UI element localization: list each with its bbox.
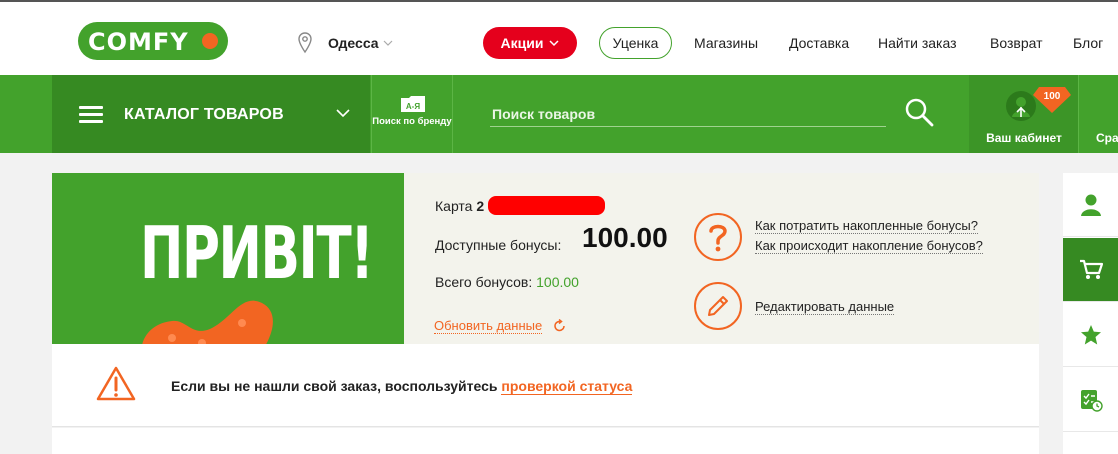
city-name: Одесса	[328, 35, 379, 51]
brand-az-text: А-Я	[406, 102, 420, 111]
nav-find-order[interactable]: Найти заказ	[878, 35, 957, 51]
catalog-label: КАТАЛОГ ТОВАРОВ	[124, 106, 284, 123]
sidebar-orders[interactable]	[1063, 368, 1118, 432]
greeting-banner: ПРИВІТ!	[52, 173, 404, 344]
question-icon	[694, 213, 742, 261]
search-icon[interactable]	[904, 97, 934, 127]
total-bonus-row: Всего бонусов: 100.00	[435, 274, 579, 290]
alert-text: Если вы не нашли свой заказ, воспользуйт…	[171, 378, 633, 395]
compare-label[interactable]: Сра	[1096, 131, 1118, 145]
promo-label: Акции	[500, 35, 544, 51]
cart-icon	[1079, 259, 1103, 279]
markdown-button[interactable]: Уценка	[599, 27, 672, 59]
catalog-button[interactable]: КАТАЛОГ ТОВАРОВ	[52, 75, 370, 153]
card-label: Карта 2	[435, 198, 485, 214]
right-sidebar	[1063, 173, 1118, 454]
how-spend-bonuses-link[interactable]: Как потратить накопленные бонусы?	[755, 218, 978, 234]
total-bonus-label: Всего бонусов:	[435, 274, 533, 290]
greeting-text: ПРИВІТ!	[140, 211, 374, 295]
top-bar: COMFY Одесса Акции Уценка Магазины Доста…	[0, 0, 1118, 75]
refresh-data-link[interactable]: Обновить данные	[434, 318, 543, 334]
nav-return[interactable]: Возврат	[990, 35, 1043, 51]
chevron-down-icon	[336, 109, 350, 118]
warning-icon	[96, 366, 136, 401]
user-icon	[1080, 194, 1101, 216]
bonus-badge-value: 100	[1043, 91, 1061, 102]
how-accrue-bonuses-link[interactable]: Как происходит накопление бонусов?	[755, 238, 983, 254]
logo-dot-icon	[202, 33, 218, 49]
sidebar-cart[interactable]	[1063, 238, 1118, 302]
refresh-icon[interactable]	[553, 319, 567, 333]
total-bonus-value: 100.00	[536, 274, 579, 290]
comfy-logo[interactable]: COMFY	[78, 22, 228, 60]
bonus-badge: 100	[1033, 87, 1071, 113]
card-number: 2	[476, 198, 485, 214]
city-selector[interactable]: Одесса	[298, 30, 393, 56]
hamburger-icon	[79, 106, 103, 124]
avatar-icon	[1006, 91, 1036, 121]
pencil-icon	[694, 282, 742, 330]
sidebar-profile[interactable]	[1063, 173, 1118, 237]
promo-button[interactable]: Акции	[483, 27, 577, 59]
logo-text: COMFY	[88, 28, 189, 56]
chevron-down-icon	[549, 40, 559, 47]
brand-search-button[interactable]: А-Я Поиск по бренду	[371, 75, 453, 153]
order-alert: Если вы не нашли свой заказ, воспользуйт…	[52, 344, 1039, 427]
nav-blog[interactable]: Блог	[1073, 35, 1103, 51]
location-pin-icon	[298, 32, 312, 54]
available-bonus-value: 100.00	[582, 222, 668, 253]
edit-data-link[interactable]: Редактировать данные	[755, 299, 895, 315]
main-nav-bar: КАТАЛОГ ТОВАРОВ А-Я Поиск по бренду 1	[0, 75, 1118, 153]
star-icon	[1080, 324, 1101, 344]
account-button[interactable]: 100 Ваш кабинет	[969, 75, 1079, 153]
nav-stores[interactable]: Магазины	[694, 35, 758, 51]
nav-delivery[interactable]: Доставка	[789, 35, 849, 51]
available-bonus-label: Доступные бонусы:	[435, 237, 562, 253]
search-input[interactable]	[490, 101, 886, 127]
brand-search-label: Поиск по бренду	[372, 116, 452, 127]
content-area	[52, 428, 1039, 454]
redaction-mark	[488, 196, 605, 215]
brand-az-icon: А-Я	[401, 96, 425, 112]
checklist-icon	[1080, 389, 1103, 412]
status-check-link[interactable]: проверкой статуса	[501, 378, 633, 395]
chevron-down-icon	[383, 40, 392, 46]
account-label: Ваш кабинет	[986, 131, 1062, 145]
sidebar-wishlist[interactable]	[1063, 303, 1118, 367]
